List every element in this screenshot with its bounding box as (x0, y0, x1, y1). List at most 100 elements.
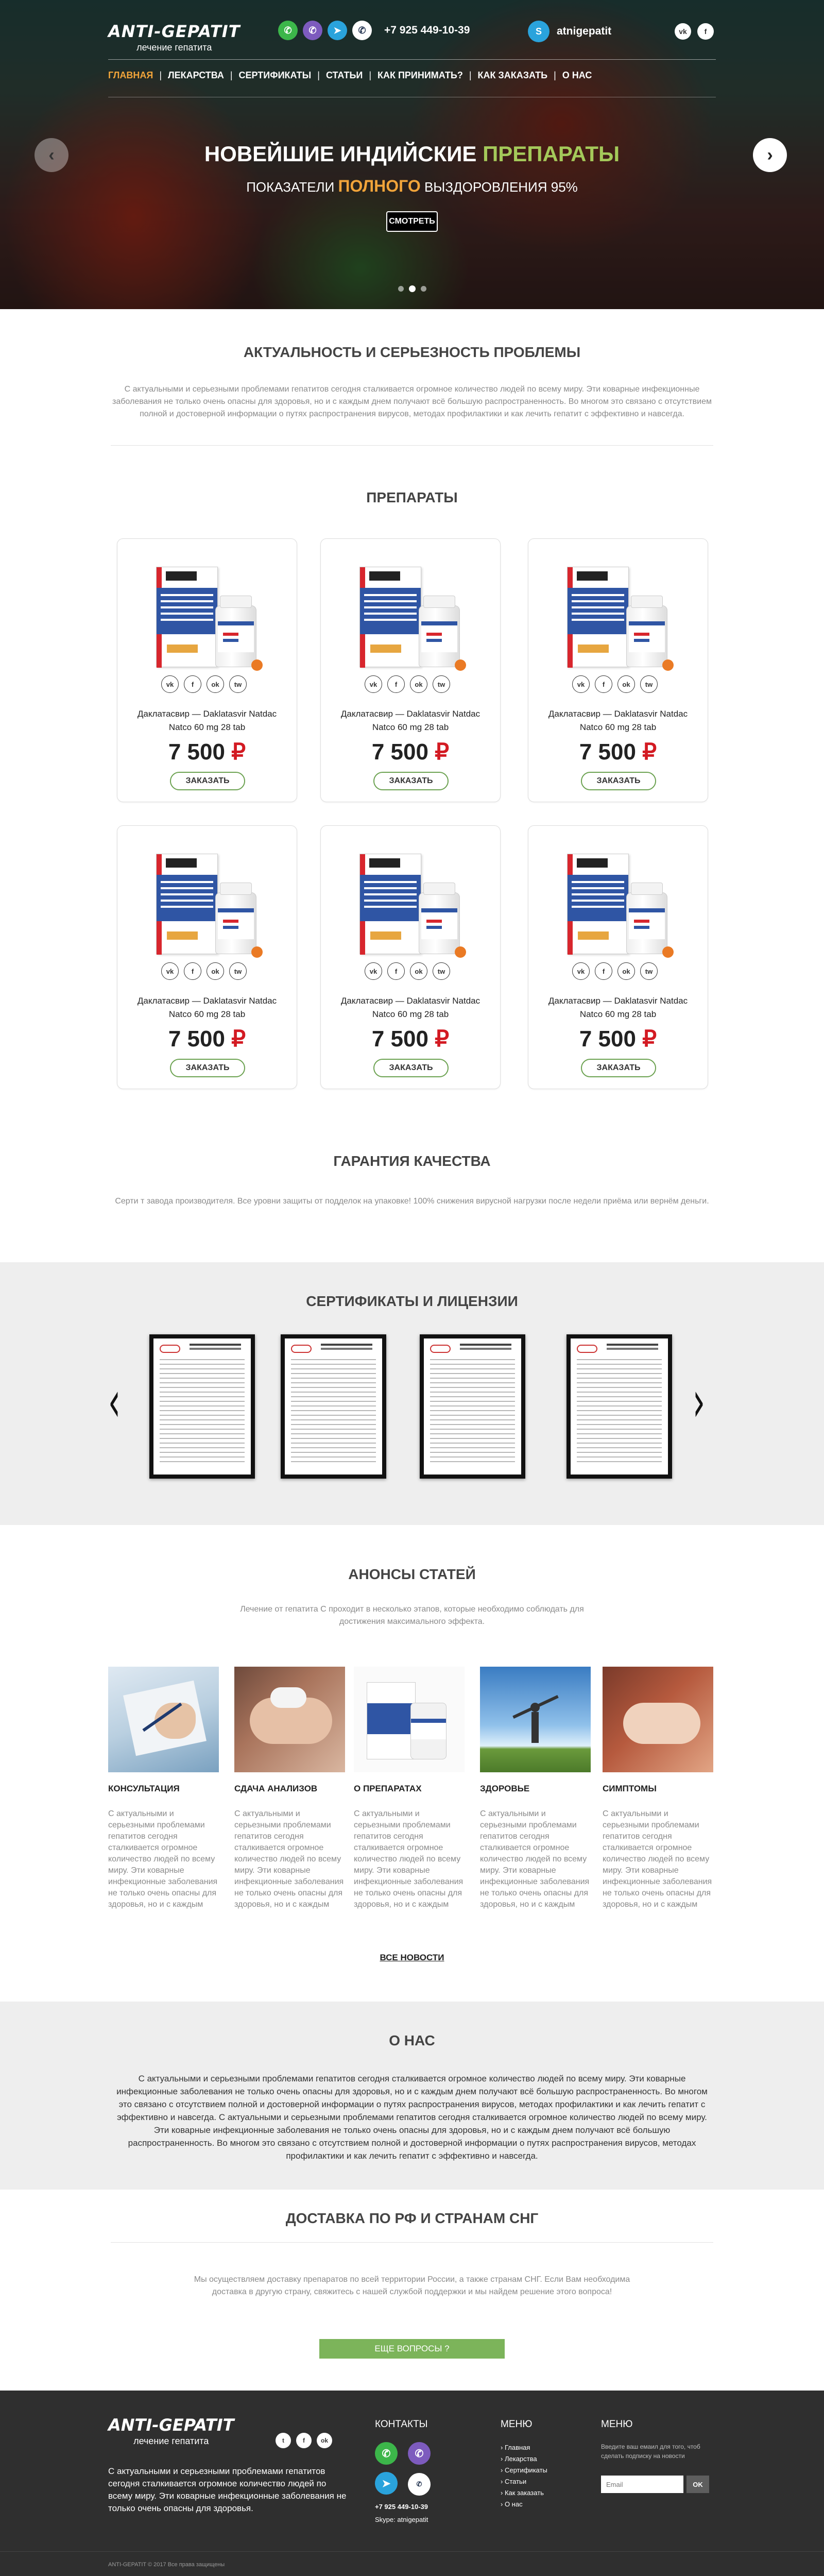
facebook-share-icon[interactable]: f (184, 962, 201, 980)
facebook-share-icon[interactable]: f (387, 962, 405, 980)
certificate-image[interactable] (149, 1334, 255, 1479)
facebook-share-icon[interactable]: f (184, 675, 201, 693)
footer-menu-item[interactable]: Главная (501, 2442, 547, 2453)
nav-item-drugs[interactable]: Лекарства (168, 70, 224, 81)
footer-menu-item[interactable]: Лекарства (501, 2453, 547, 2465)
product-name[interactable]: Даклатасвир — Daklatasvir Natdac Natco 6… (536, 994, 700, 1021)
twitter-share-icon[interactable]: tw (433, 675, 450, 693)
nav-item-articles[interactable]: Статьи (326, 70, 363, 81)
slider-dot-active[interactable] (408, 285, 416, 292)
article-card[interactable]: Консультация С актуальными и серьезными … (108, 1667, 219, 1922)
footer-menu-item[interactable]: О нас (501, 2499, 547, 2510)
viber-icon[interactable]: ✆ (408, 2442, 431, 2465)
slider-dot[interactable] (420, 286, 426, 292)
footer-logo[interactable]: ANTI-GEPATIT лечение гепатита (108, 2415, 234, 2447)
product-name[interactable]: Даклатасвир — Daklatasvir Natdac Natco 6… (125, 994, 289, 1021)
slide-view-button[interactable]: Смотреть (386, 211, 438, 232)
product-name[interactable]: Даклатасвир — Daklatasvir Natdac Natco 6… (329, 994, 492, 1021)
telegram-icon[interactable]: ➤ (375, 2472, 398, 2495)
certificate-image[interactable] (566, 1334, 672, 1479)
logo[interactable]: ANTI-GEPATIT лечение гепатита (108, 22, 240, 53)
nav-item-certificates[interactable]: Сертификаты (239, 70, 312, 81)
product-image[interactable] (146, 843, 269, 958)
nav-item-home[interactable]: Главная (108, 70, 153, 81)
certificates-section: Сертификаты и лицензии ‹ › (0, 1262, 824, 1525)
article-card[interactable]: Симптомы С актуальными и серьезными проб… (603, 1667, 713, 1922)
footer-menu-item[interactable]: Статьи (501, 2476, 547, 2487)
product-image[interactable] (349, 843, 473, 958)
product-image[interactable] (146, 556, 269, 671)
twitter-share-icon[interactable]: tw (229, 675, 247, 693)
viber-icon[interactable]: ✆ (303, 21, 322, 40)
article-card[interactable]: О препаратах С актуальными и серьезными … (354, 1667, 465, 1922)
facebook-share-icon[interactable]: f (595, 962, 612, 980)
vk-share-icon[interactable]: vk (365, 675, 382, 693)
odnoklassniki-share-icon[interactable]: ok (617, 675, 635, 693)
vk-share-icon[interactable]: vk (161, 675, 179, 693)
product-image[interactable] (557, 556, 680, 671)
order-button[interactable]: Заказать (581, 772, 656, 790)
product-image[interactable] (557, 843, 680, 958)
certificates-next-button[interactable]: › (693, 1373, 705, 1430)
facebook-share-icon[interactable]: f (595, 675, 612, 693)
header-phone[interactable]: +7 925 449-10-39 (384, 24, 470, 37)
odnoklassniki-share-icon[interactable]: ok (617, 962, 635, 980)
odnoklassniki-share-icon[interactable]: ok (410, 962, 427, 980)
certificate-image[interactable] (420, 1334, 525, 1479)
product-image[interactable] (349, 556, 473, 671)
twitter-share-icon[interactable]: tw (640, 675, 658, 693)
product-card[interactable]: vk f ok tw Даклатасвир — Daklatasvir Natdac … (117, 825, 297, 1089)
product-name[interactable]: Даклатасвир — Daklatasvir Natdac Natco 6… (329, 707, 492, 734)
vk-icon[interactable]: vk (675, 23, 691, 40)
nav-item-how-to-order[interactable]: Как заказать (478, 70, 548, 81)
order-button[interactable]: Заказать (373, 1059, 449, 1077)
twitter-share-icon[interactable]: tw (229, 962, 247, 980)
odnoklassniki-share-icon[interactable]: ok (207, 962, 224, 980)
twitter-share-icon[interactable]: tw (433, 962, 450, 980)
twitter-icon[interactable]: t (276, 2433, 291, 2448)
all-news-link[interactable]: Все новости (0, 1953, 824, 1963)
more-questions-button[interactable]: Еще вопросы ? (319, 2339, 505, 2359)
certificate-image[interactable] (281, 1334, 386, 1479)
facebook-icon[interactable]: f (697, 23, 714, 40)
certificates-prev-button[interactable]: ‹ (108, 1373, 121, 1430)
product-card[interactable]: vk f ok tw Даклатасвир — Daklatasvir Natdac … (117, 538, 297, 802)
article-card[interactable]: Здоровье С актуальными и серьезными проб… (480, 1667, 591, 1922)
facebook-share-icon[interactable]: f (387, 675, 405, 693)
odnoklassniki-share-icon[interactable]: ok (410, 675, 427, 693)
slider-dot[interactable] (398, 286, 404, 292)
product-card[interactable]: vk f ok tw Даклатасвир — Daklatasvir Natdac … (528, 538, 708, 802)
telegram-icon[interactable]: ➤ (328, 21, 347, 40)
subscribe-button[interactable]: OK (686, 2476, 709, 2493)
whatsapp-icon[interactable]: ✆ (375, 2442, 398, 2465)
product-card[interactable]: vk f ok tw Даклатасвир — Daklatasvir Natdac … (320, 825, 501, 1089)
email-field[interactable]: Email (601, 2476, 683, 2493)
product-name[interactable]: Даклатасвир — Daklatasvir Natdac Natco 6… (536, 707, 700, 734)
odnoklassniki-share-icon[interactable]: ok (207, 675, 224, 693)
vk-share-icon[interactable]: vk (572, 675, 590, 693)
order-button[interactable]: Заказать (170, 772, 245, 790)
vk-share-icon[interactable]: vk (365, 962, 382, 980)
footer-menu-item[interactable]: Сертификаты (501, 2465, 547, 2476)
nav-item-how-to-take[interactable]: Как принимать? (377, 70, 463, 81)
phone-icon[interactable]: ✆ (352, 21, 372, 40)
phone-icon[interactable]: ✆ (408, 2473, 431, 2496)
article-card[interactable]: Сдача анализов С актуальными и серьезным… (234, 1667, 345, 1922)
facebook-icon[interactable]: f (296, 2433, 312, 2448)
footer-skype[interactable]: Skype: atnigepatit (375, 2516, 431, 2523)
order-button[interactable]: Заказать (581, 1059, 656, 1077)
footer-phone[interactable]: +7 925 449-10-39 (375, 2503, 431, 2511)
odnoklassniki-icon[interactable]: ok (317, 2433, 332, 2448)
twitter-share-icon[interactable]: tw (640, 962, 658, 980)
order-button[interactable]: Заказать (373, 772, 449, 790)
product-card[interactable]: vk f ok tw Даклатасвир — Daklatasvir Natdac … (320, 538, 501, 802)
product-name[interactable]: Даклатасвир — Daklatasvir Natdac Natco 6… (125, 707, 289, 734)
vk-share-icon[interactable]: vk (161, 962, 179, 980)
product-card[interactable]: vk f ok tw Даклатасвир — Daklatasvir Natdac … (528, 825, 708, 1089)
nav-item-about[interactable]: О нас (562, 70, 592, 81)
whatsapp-icon[interactable]: ✆ (278, 21, 298, 40)
skype-contact[interactable]: S atnigepatit (528, 21, 611, 42)
vk-share-icon[interactable]: vk (572, 962, 590, 980)
order-button[interactable]: Заказать (170, 1059, 245, 1077)
footer-menu-item[interactable]: Как заказать (501, 2487, 547, 2499)
